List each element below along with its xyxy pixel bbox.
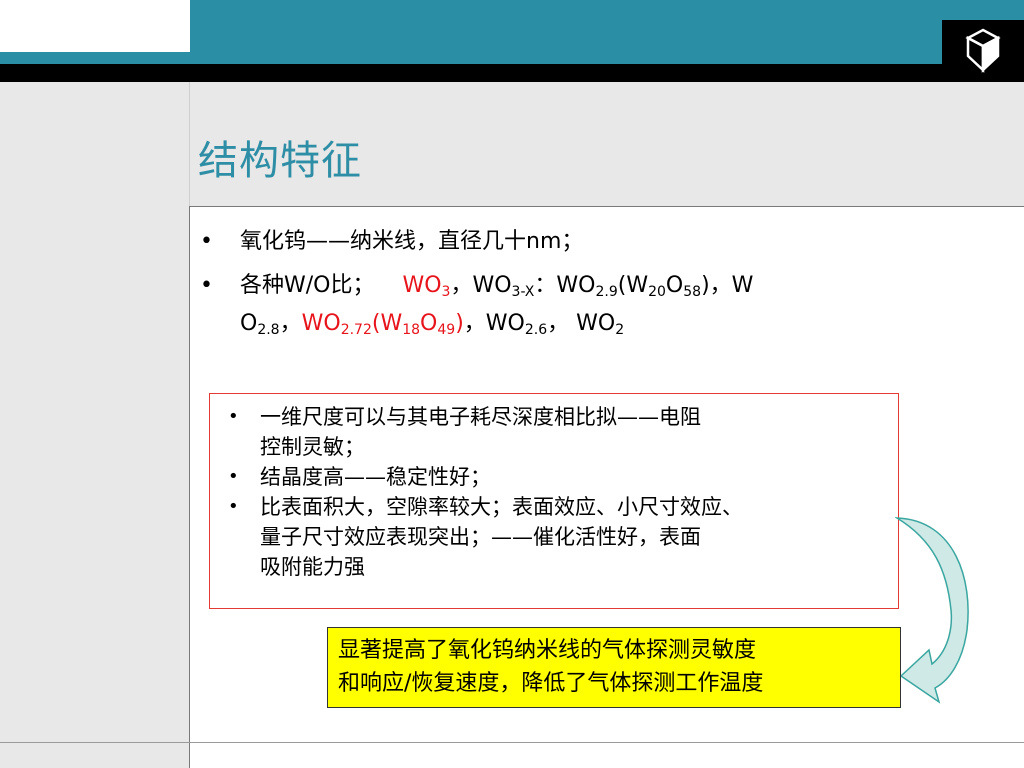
property-line: 比表面积大，空隙率较大；表面效应、小尺寸效应、 [260, 495, 743, 519]
bullet-marker: • [228, 496, 239, 517]
bullet-marker: • [200, 273, 213, 298]
bullet-marker: • [228, 466, 239, 487]
header-white-block [0, 0, 190, 52]
wo272-text: WO [301, 311, 341, 336]
wo-text: O [240, 311, 258, 336]
property-line: 一维尺度可以与其电子耗尽深度相比拟——电阻 [260, 405, 701, 429]
property-surface-area: • 比表面积大，空隙率较大；表面效应、小尺寸效应、 量子尺寸效应表现突出；——催… [228, 492, 888, 582]
bullet-list: • 氧化钨——纳米线，直径几十nm； • 各种W/O比； WO3，WO3-X：W… [200, 226, 920, 358]
logo-box [942, 20, 1024, 82]
wo272-text: O [420, 311, 438, 336]
cube-icon [965, 28, 1001, 73]
conclusion-box: 显著提高了氧化钨纳米线的气体探测灵敏度 和响应/恢复速度，降低了气体探测工作温度 [327, 627, 901, 708]
wo-text: ，WO [450, 273, 512, 298]
property-crystallinity: • 结晶度高——稳定性好； [228, 462, 888, 492]
conclusion-line-2: 和响应/恢复速度，降低了气体探测工作温度 [338, 671, 764, 696]
wo272-text: (W [371, 311, 403, 336]
wo272-sub: 49 [437, 322, 456, 338]
wo-text: ， [279, 311, 302, 336]
property-line: 量子尺寸效应表现突出；——催化活性好，表面 [260, 525, 701, 549]
wo-ratio-line-1: 各种W/O比； WO3，WO3-X：WO2.9(W20O58)，W [240, 270, 920, 308]
wo-sub: 58 [683, 284, 702, 300]
property-dimension: • 一维尺度可以与其电子耗尽深度相比拟——电阻 控制灵敏； [228, 402, 888, 462]
wo-text: O [665, 273, 684, 298]
property-line: 结晶度高——稳定性好； [260, 465, 491, 489]
wo-text: ，WO [463, 311, 525, 336]
properties-box: • 一维尺度可以与其电子耗尽深度相比拟——电阻 控制灵敏； • 结晶度高——稳定… [209, 393, 899, 609]
conclusion-line-1: 显著提高了氧化钨纳米线的气体探测灵敏度 [338, 638, 757, 663]
wo-ratio-line-2: O2.8，WO2.72(W18O49)，WO2.6， WO2 [240, 308, 920, 346]
bullet-nanowire: • 氧化钨——纳米线，直径几十nm； [200, 226, 920, 258]
wo-sub: 2.6 [524, 322, 548, 338]
curved-arrow-icon [895, 517, 969, 704]
wo272-formula: WO2.72(W18O49) [301, 311, 464, 338]
wo-text: (W [617, 273, 649, 298]
bullet-marker: • [200, 229, 213, 254]
wo-text: ， WO [547, 311, 616, 336]
wo-text: ：WO [534, 273, 596, 298]
wo-sub: 2.9 [595, 284, 618, 300]
wo-text: )，W [701, 273, 754, 298]
left-divider [189, 82, 190, 206]
properties-list: • 一维尺度可以与其电子耗尽深度相比拟——电阻 控制灵敏； • 结晶度高——稳定… [228, 402, 888, 582]
wo3-formula: WO3 [402, 273, 450, 300]
property-line: 吸附能力强 [260, 555, 365, 579]
property-line: 控制灵敏； [260, 435, 365, 459]
wo272-sub: 2.72 [340, 322, 372, 338]
wo-sub: 2 [615, 322, 625, 338]
wo272-sub: 18 [402, 322, 421, 338]
bottom-divider [0, 742, 1024, 743]
header-black-bar [0, 64, 1024, 82]
wo-sub: 20 [648, 284, 666, 300]
wo3-text: WO [402, 273, 442, 298]
wo-text: 各种W/O比； [240, 273, 375, 298]
bullet-text: 氧化钨——纳米线，直径几十nm； [240, 229, 584, 254]
wo272-text: ) [455, 311, 464, 336]
wo-sub: 3-X [511, 284, 535, 300]
bullet-marker: • [228, 406, 239, 427]
wo-sub: 2.8 [257, 322, 280, 338]
bullet-wo-ratios: • 各种W/O比； WO3，WO3-X：WO2.9(W20O58)，W O2.8… [200, 270, 920, 346]
slide-title: 结构特征 [198, 138, 362, 184]
